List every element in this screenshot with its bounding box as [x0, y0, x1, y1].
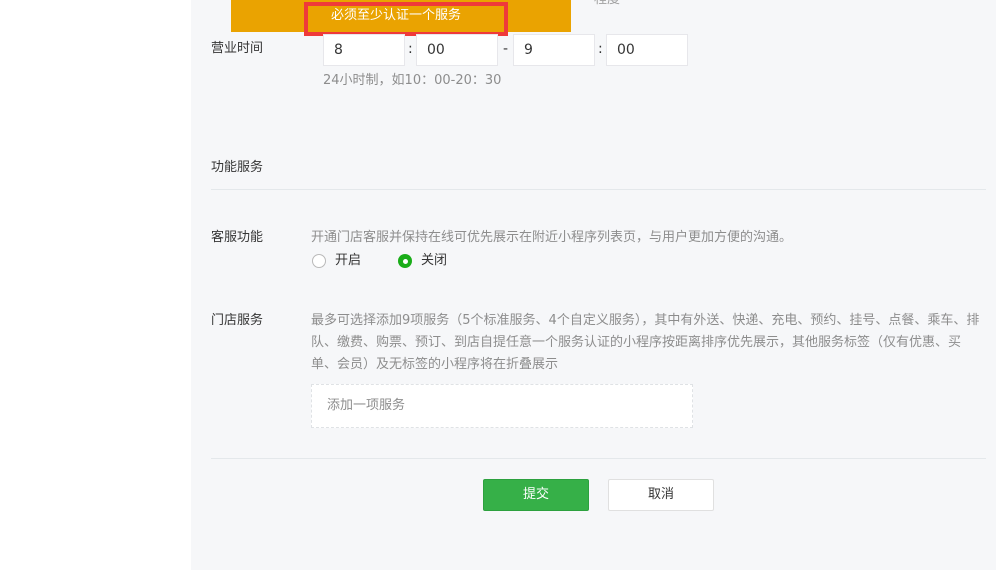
footer-divider [211, 458, 986, 459]
store-services-label: 门店服务 [211, 313, 264, 328]
section-divider [211, 189, 986, 190]
radio-close-circle[interactable] [398, 254, 412, 268]
customer-service-label: 客服功能 [211, 230, 264, 245]
business-hours-hint: 24小时制，如10：00-20：30 [323, 73, 502, 88]
time-range-dash: - [503, 41, 509, 57]
submit-button[interactable]: 提交 [483, 479, 589, 511]
cancel-button[interactable]: 取消 [608, 479, 714, 511]
function-services-title: 功能服务 [211, 160, 264, 175]
end-hour-input[interactable] [513, 34, 595, 66]
radio-close[interactable]: 关闭 [398, 252, 447, 270]
truncated-top-text: 程度 [594, 0, 620, 8]
end-minute-input[interactable] [606, 34, 688, 66]
start-time-colon: : [408, 41, 413, 57]
radio-open-label: 开启 [335, 253, 362, 268]
customer-service-description: 开通门店客服并保持在线可优先展示在附近小程序列表页，与用户更加方便的沟通。 [311, 230, 793, 245]
radio-open[interactable]: 开启 [312, 252, 361, 270]
start-minute-input[interactable] [416, 34, 498, 66]
store-services-description: 最多可选择添加9项服务（5个标准服务、4个自定义服务），其中有外送、快递、充电、… [311, 313, 980, 372]
business-hours-label: 营业时间 [211, 41, 264, 56]
toast-message: 必须至少认证一个服务 [331, 8, 462, 23]
form-panel [191, 0, 996, 570]
radio-open-circle[interactable] [312, 254, 326, 268]
start-hour-input[interactable] [323, 34, 405, 66]
add-service-button[interactable]: 添加一项服务 [311, 384, 693, 428]
radio-close-label: 关闭 [421, 253, 448, 268]
end-time-colon: : [598, 41, 603, 57]
